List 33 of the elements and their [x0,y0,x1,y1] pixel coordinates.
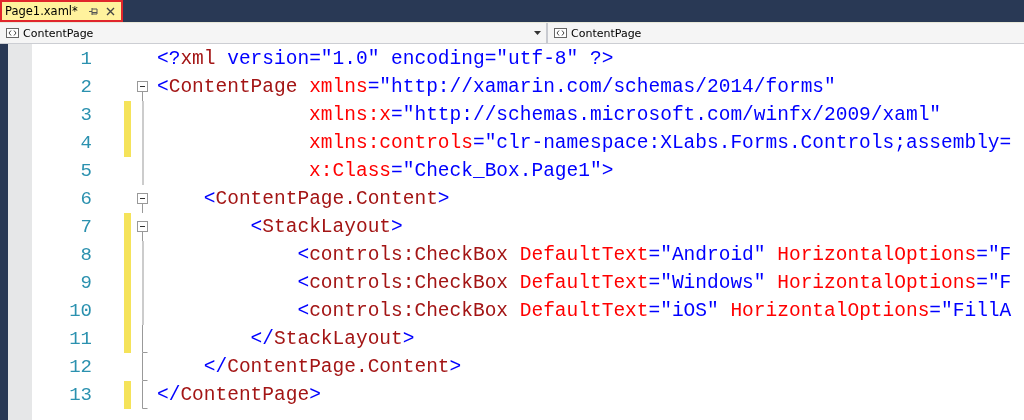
line-number: 3 [79,104,92,126]
line-number: 5 [79,160,92,182]
line-number: 9 [79,272,92,294]
line-number: 1 [79,48,92,70]
line-number: 7 [79,216,92,238]
code-line: xmlns:x="http://schemas.microsoft.com/winfx/2009/xaml" [308,104,942,126]
document-tab[interactable]: Page1.xaml* [0,0,123,22]
caret-icon [534,31,541,35]
code-line: <?xml version="1.0" encoding="utf-8" ?> [157,48,614,70]
element-icon [6,28,19,38]
line-number: 10 [68,300,92,322]
code-line: </ContentPage.Content> [202,356,462,378]
member-dropdown[interactable]: ContentPage [548,23,1024,43]
code-line: </ContentPage> [157,384,321,406]
line-number: 4 [79,132,92,154]
line-number: 2 [79,76,92,98]
element-icon [554,28,567,38]
code-line: <controls:CheckBox DefaultText="Windows" HorizontalOptions="F [296,272,1012,294]
pin-icon[interactable] [88,6,99,16]
code-line: xmlns:controls="clr-namespace:XLabs.Forms.Controls;assembly= [308,132,1012,154]
line-number: 8 [79,244,92,266]
line-number: 11 [68,328,92,350]
code-line: <ContentPage xmlns="http://xamarin.com/schemas/2014/forms" [157,76,836,98]
code-line: <controls:CheckBox DefaultText="Android" HorizontalOptions="F [296,244,1012,266]
line-number: 12 [68,356,92,378]
line-number: 6 [79,188,92,210]
code-line: x:Class="Check_Box.Page1"> [308,160,614,182]
code-line: <ContentPage.Content> [202,188,450,210]
line-number: 13 [68,384,92,406]
code-line: </StackLayout> [249,328,415,350]
code-line: <controls:CheckBox DefaultText="iOS" HorizontalOptions="FillA [296,300,1012,322]
close-icon[interactable] [105,6,115,16]
code-line: <StackLayout> [249,216,403,238]
